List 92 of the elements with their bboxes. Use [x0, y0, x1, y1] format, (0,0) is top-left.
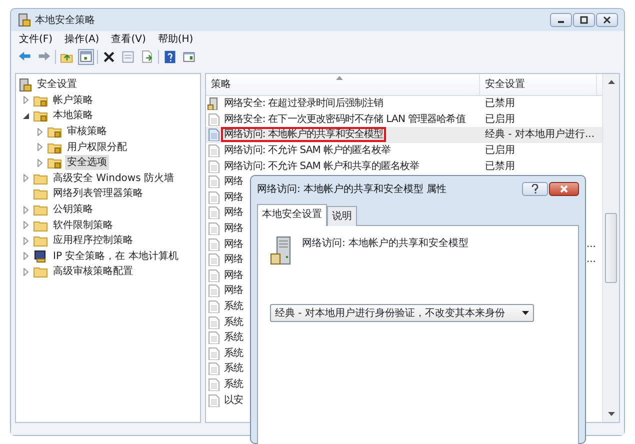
setting-value: ...	[585, 238, 597, 252]
tree-item[interactable]: 网络列表管理器策略	[51, 186, 145, 202]
policy-name[interactable]: 以安	[221, 392, 246, 408]
view-icon	[182, 50, 196, 64]
window-title: 本地安全策略	[35, 14, 95, 28]
server-icon	[207, 97, 220, 110]
tree-item[interactable]: 帐户策略	[51, 92, 95, 108]
close-button[interactable]	[596, 13, 618, 27]
dialog-title: 网络访问: 本地帐户的共享和安全模型 属性	[257, 182, 447, 196]
policy-icon	[18, 78, 32, 92]
app-icon	[17, 13, 31, 27]
menu-item[interactable]: 文件(F)	[19, 32, 53, 46]
show-tree-icon	[79, 50, 93, 64]
policy-name[interactable]: 网络	[221, 236, 246, 252]
setting-value: 经典 - 对本地用户进行...	[484, 128, 596, 142]
scroll-down-icon[interactable]	[608, 412, 614, 416]
policy-name: 网络访问: 本地帐户的共享和安全模型	[302, 236, 469, 251]
tree-item[interactable]: 高级审核策略配置	[51, 264, 135, 280]
setting-value: ...	[585, 253, 597, 268]
policy-name[interactable]: 系统	[221, 330, 246, 346]
policy-name[interactable]: 网络	[221, 221, 246, 236]
tree-item[interactable]: 安全选项	[65, 155, 109, 170]
maximize-button[interactable]	[573, 13, 595, 27]
caret-icon	[522, 311, 529, 315]
tree-item[interactable]: 审核策略	[65, 124, 109, 140]
policy-name[interactable]: 系统	[221, 314, 246, 330]
expand-arrow-icon[interactable]	[22, 236, 30, 245]
menu-item[interactable]: 帮助(H)	[158, 32, 194, 46]
scroll-up-icon[interactable]	[608, 80, 614, 84]
tab[interactable]: 本地安全设置	[257, 204, 327, 226]
policy-name[interactable]: 网络	[221, 283, 246, 298]
collapse-arrow-icon[interactable]	[22, 112, 30, 120]
tree-item[interactable]: 软件限制策略	[51, 218, 115, 233]
close-icon	[559, 184, 569, 194]
expand-arrow-icon[interactable]	[22, 96, 30, 104]
tree-item[interactable]: 本地策略	[51, 108, 95, 124]
export-button[interactable]	[139, 49, 155, 65]
delete-icon	[102, 50, 116, 64]
help-icon	[531, 184, 539, 194]
policy-name[interactable]: 网络安全: 在超过登录时间后强制注销	[221, 96, 386, 112]
policy-name[interactable]: 网络	[221, 190, 246, 205]
properties-icon	[121, 50, 135, 64]
tree-item[interactable]: 用户权限分配	[65, 140, 129, 155]
column-header[interactable]: 安全设置	[480, 74, 597, 95]
monitor-icon	[33, 248, 48, 264]
policy-name[interactable]: 网络访问: 不允许 SAM 帐户的匿名枚举	[221, 143, 394, 158]
expand-arrow-icon[interactable]	[22, 174, 30, 182]
setting-value: 已启用	[484, 112, 516, 127]
expand-arrow-icon[interactable]	[22, 268, 30, 276]
server-icon	[270, 236, 292, 266]
document-icon	[207, 128, 220, 142]
policy-name[interactable]: 系统	[221, 361, 246, 376]
delete-button[interactable]	[101, 49, 117, 65]
export-icon	[140, 50, 154, 64]
policy-name[interactable]: 系统	[221, 299, 246, 314]
policy-name[interactable]: 网络	[221, 205, 246, 220]
policy-name[interactable]: 网络	[221, 268, 246, 283]
tree-item[interactable]: 高级安全 Windows 防火墙	[51, 170, 176, 186]
help-button[interactable]	[522, 182, 548, 196]
policy-name[interactable]: 网络访问: 不允许 SAM 帐户和共享的匿名枚举	[221, 158, 422, 174]
policy-name[interactable]: 系统	[221, 376, 246, 392]
column-header[interactable]: 策略	[206, 74, 480, 95]
policy-name[interactable]: 网络	[221, 252, 246, 268]
show-tree-button[interactable]	[78, 49, 94, 65]
tab[interactable]: 说明	[327, 206, 357, 226]
setting-value: 已禁用	[484, 160, 516, 174]
policy-name[interactable]: 网络访问: 本地帐户的共享和安全模型	[221, 127, 386, 142]
minimize-button[interactable]	[550, 13, 572, 27]
tree-item[interactable]: 安全设置	[35, 77, 79, 92]
setting-value: 已启用	[484, 144, 516, 158]
close-button[interactable]	[549, 182, 579, 196]
scrollbar-thumb[interactable]	[605, 213, 617, 283]
setting-value: 已禁用	[484, 96, 516, 112]
expand-arrow-icon[interactable]	[36, 128, 44, 136]
expand-arrow-icon[interactable]	[22, 206, 30, 214]
policy-name[interactable]: 系统	[221, 346, 246, 361]
sort-arrow-icon	[336, 76, 343, 80]
expand-arrow-icon[interactable]	[22, 221, 30, 230]
tree-item[interactable]: IP 安全策略，在 本地计算机	[51, 248, 180, 264]
policy-name[interactable]: 网络	[221, 174, 246, 190]
expand-arrow-icon[interactable]	[36, 158, 44, 167]
help-icon	[163, 50, 177, 64]
dropdown[interactable]: 经典 - 对本地用户进行身份验证，不改变其本来身份	[270, 304, 534, 322]
expand-arrow-icon[interactable]	[36, 143, 44, 152]
tree-item[interactable]: 应用程序控制策略	[51, 233, 135, 248]
menu-item[interactable]: 查看(V)	[111, 32, 146, 46]
tree-item[interactable]: 公钥策略	[51, 202, 95, 218]
menu-item[interactable]: 操作(A)	[64, 32, 100, 46]
help-button[interactable]	[162, 49, 178, 65]
policy-name[interactable]: 网络安全: 在下一次更改密码时不存储 LAN 管理器哈希值	[221, 112, 468, 127]
expand-arrow-icon[interactable]	[22, 252, 30, 260]
view-button[interactable]	[181, 49, 197, 65]
